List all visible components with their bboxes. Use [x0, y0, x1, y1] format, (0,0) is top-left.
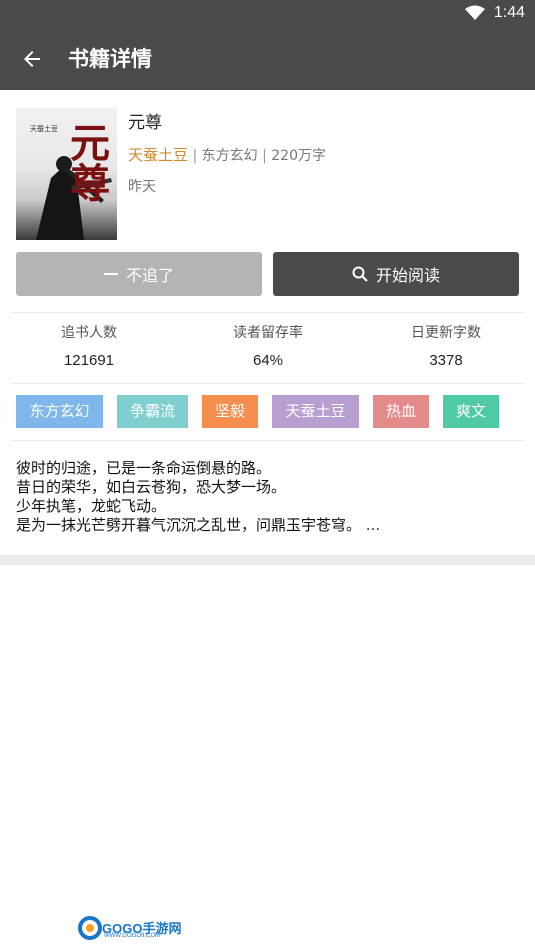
author-link[interactable]: 天蚕土豆 — [128, 146, 188, 164]
tag-item[interactable]: 热血 — [373, 395, 429, 428]
divider — [11, 440, 524, 441]
book-category: 东方玄幻 — [201, 148, 258, 164]
book-cover[interactable]: 天蚕土豆 元尊 — [16, 108, 117, 240]
app-bar: 书籍详情 — [0, 28, 535, 90]
stat-label: 追书人数 — [61, 325, 117, 341]
meta-separator: | — [188, 148, 202, 164]
section-separator — [0, 555, 535, 565]
book-meta: 天蚕土豆 | 东方玄幻 | 220万字 — [128, 144, 326, 165]
update-time: 昨天 — [128, 179, 156, 195]
start-reading-label: 开始阅读 — [375, 266, 440, 285]
stat-followers: 追书人数 121691 — [9, 322, 169, 369]
stat-value: 64% — [252, 352, 284, 369]
meta-separator: | — [257, 148, 272, 164]
status-bar: 1:44 — [0, 0, 535, 28]
tag-item[interactable]: 坚毅 — [202, 395, 258, 428]
description-line: 昔日的荣华，如白云苍狗，恐大梦一场。 — [16, 478, 287, 496]
tag-item[interactable]: 天蚕土豆 — [272, 395, 359, 428]
description-line: 少年执笔，龙蛇飞动。 — [16, 497, 167, 515]
book-title: 元尊 — [128, 113, 162, 133]
unfollow-label: 不追了 — [125, 266, 174, 285]
stat-daily-words: 日更新字数 3378 — [366, 322, 526, 369]
wifi-icon — [465, 5, 485, 20]
cover-title: 元尊 — [63, 122, 109, 202]
clock: 1:44 — [493, 4, 525, 21]
gogo-logo-icon — [78, 916, 102, 940]
page-title: 书籍详情 — [68, 47, 152, 71]
stat-value: 3378 — [429, 352, 463, 369]
description-text: 是为一抹光芒劈开暮气沉沉之乱世，问鼎玉宇苍穹。 — [16, 516, 362, 534]
watermark-logo: GOGO手游网 WWW.GOGO9.COM — [78, 916, 184, 942]
tag-item[interactable]: 争霸流 — [117, 395, 188, 428]
arrow-left-icon[interactable] — [20, 47, 44, 71]
description-line: 是为一抹光芒劈开暮气沉沉之乱世，问鼎玉宇苍穹。 ... — [16, 516, 516, 535]
search-icon — [352, 266, 368, 282]
book-description[interactable]: 彼时的归途，已是一条命运倒悬的路。 昔日的荣华，如白云苍狗，恐大梦一场。 少年执… — [16, 459, 516, 535]
stat-retention: 读者留存率 64% — [188, 322, 348, 369]
cover-brand: 天蚕土豆 — [30, 125, 58, 133]
stat-label: 日更新字数 — [411, 325, 481, 341]
divider — [11, 383, 524, 384]
stat-label: 读者留存率 — [233, 325, 303, 341]
start-reading-button[interactable]: 开始阅读 — [273, 252, 519, 296]
divider — [11, 312, 524, 313]
minus-icon — [103, 267, 118, 281]
unfollow-button[interactable]: 不追了 — [16, 252, 262, 296]
description-ellipsis: ... — [365, 516, 381, 534]
description-line: 彼时的归途，已是一条命运倒悬的路。 — [16, 459, 272, 477]
watermark-subtext: WWW.GOGO9.COM — [104, 933, 160, 939]
word-count: 220万字 — [271, 148, 326, 164]
tag-item[interactable]: 爽文 — [443, 395, 499, 428]
stat-value: 121691 — [63, 352, 115, 369]
tag-item[interactable]: 东方玄幻 — [16, 395, 103, 428]
